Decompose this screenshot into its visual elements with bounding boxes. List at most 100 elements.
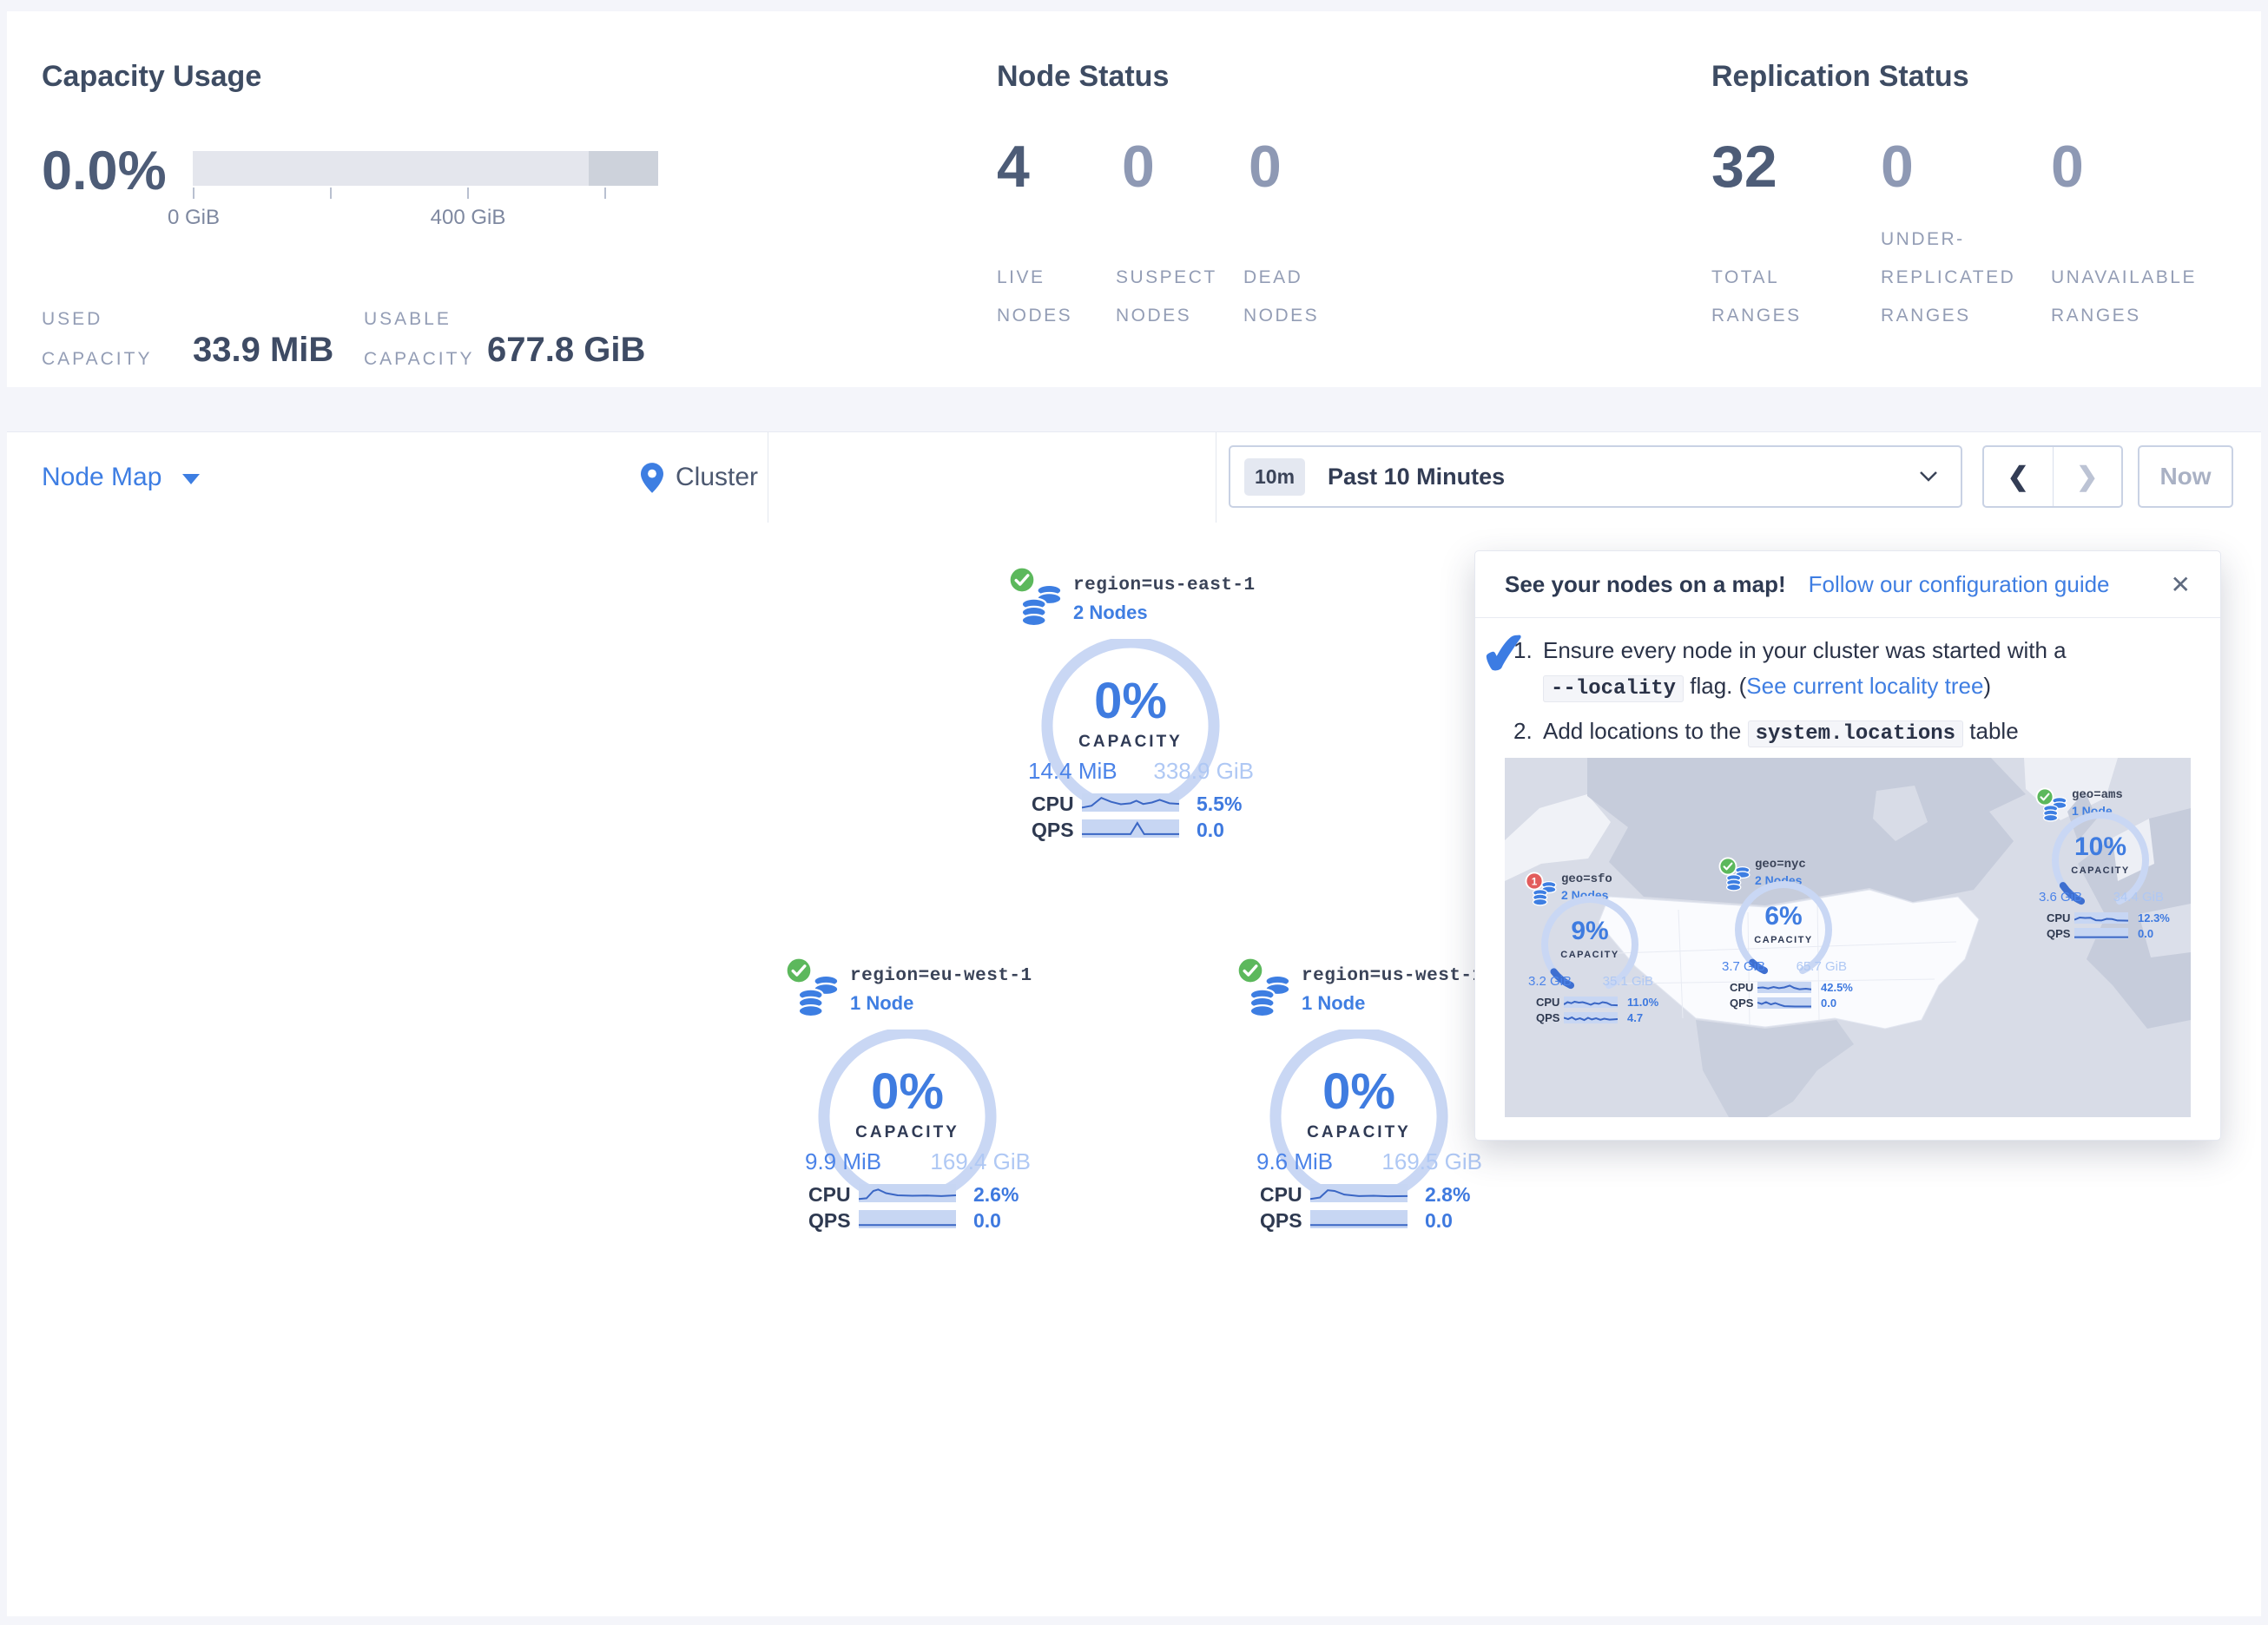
dead-nodes-value: 0 [1249,133,1282,201]
cpu-value: 42.5% [1821,981,1853,994]
qps-label: QPS [2047,927,2070,940]
locality-node-count: 2 Nodes [1073,602,1148,624]
capacity-total: 35.1 GiB [1603,974,1653,989]
gauge-capacity-label: CAPACITY [812,1123,1003,1142]
capacity-total: 169.4 GiB [930,1148,1031,1175]
locality-name: geo=sfo [1561,872,1612,886]
qps-value: 0.0 [1425,1209,1453,1233]
cpu-label: CPU [1260,1183,1302,1207]
time-range-label: Past 10 Minutes [1328,464,1505,490]
qps-value: 0.0 [2138,927,2153,940]
gauge-percent: 0% [812,1062,1003,1121]
capacity-total: 34.4 GiB [2113,890,2164,905]
cpu-sparkline [2074,912,2128,924]
gauge-capacity-label: CAPACITY [1263,1123,1454,1142]
node-locality-card[interactable]: region=us-east-1 2 Nodes 0% CAPACITY 14.… [1007,565,1268,852]
capacity-values: 9.6 MiB 169.5 GiB [1256,1148,1482,1175]
capacity-values: 3.6 GiB 34.4 GiB [2039,890,2164,905]
popup-divider [1475,617,2220,618]
view-mode-dropdown[interactable]: Node Map [42,432,200,523]
time-forward-button[interactable]: ❯ [2054,447,2122,506]
qps-value: 0.0 [973,1209,1001,1233]
unavailable-label: UNAVAILABLE RANGES [2051,259,2238,335]
used-capacity-value: 33.9 MiB [193,331,333,370]
capacity-gauge: 0% CAPACITY [1263,1030,1454,1203]
gauge-capacity-label: CAPACITY [1727,935,1840,945]
qps-sparkline [859,1210,956,1228]
node-locality-card[interactable]: region=eu-west-1 1 Node 0% CAPACITY 9.9 … [784,956,1045,1242]
chevron-down-icon [1919,470,1938,483]
qps-metric-row: QPS 0.0 [1032,819,1249,839]
qps-sparkline [1757,997,1811,1009]
time-range-select[interactable]: 10m Past 10 Minutes [1229,445,1962,508]
total-ranges-label: TOTAL RANGES [1711,259,1824,335]
cpu-value: 5.5% [1197,793,1242,816]
location-pin-icon [641,463,663,493]
qps-sparkline [1310,1210,1408,1228]
usable-capacity-label: USABLE CAPACITY [364,299,485,379]
suspect-nodes-value: 0 [1122,133,1155,201]
cpu-sparkline [1757,982,1811,993]
time-back-button[interactable]: ❮ [1984,447,2054,506]
capacity-used: 3.6 GiB [2039,890,2082,905]
database-icon [796,973,841,1018]
qps-value: 0.0 [1197,819,1224,842]
close-icon[interactable]: ✕ [2171,570,2191,599]
qps-value: 0.0 [1821,997,1836,1010]
cpu-metric-row: CPU 12.3% [2047,911,2168,924]
axis-tick [330,188,332,199]
capacity-gauge: 0% CAPACITY [1035,639,1226,812]
cpu-metric-row: CPU 2.6% [808,1183,1025,1204]
cpu-metric-row: CPU 2.8% [1260,1183,1477,1204]
qps-sparkline [1082,819,1179,838]
capacity-bar-used-segment [589,151,658,186]
qps-metric-row: QPS 0.0 [808,1209,1025,1230]
node-locality-card[interactable]: geo=ams 1 Node 10% CAPACITY 3.6 GiB 34.4… [2035,787,2174,947]
step-text-part: flag. ( [1684,673,1746,699]
locality-tree-link[interactable]: See current locality tree [1746,673,1983,699]
capacity-percent: 0.0% [42,140,167,202]
node-locality-card[interactable]: geo=nyc 2 Nodes 6% CAPACITY 3.7 GiB 65.7… [1718,857,1857,1016]
node-status-title: Node Status [997,60,1169,94]
capacity-used: 9.6 MiB [1256,1148,1333,1175]
capacity-gauge: 0% CAPACITY [812,1030,1003,1203]
cpu-label: CPU [1032,793,1074,816]
total-ranges-value: 32 [1711,133,1777,201]
capacity-total: 169.5 GiB [1381,1148,1482,1175]
cpu-value: 12.3% [2138,911,2170,924]
locality-node-count: 1 Node [850,992,913,1015]
capacity-used: 9.9 MiB [805,1148,881,1175]
cpu-label: CPU [808,1183,851,1207]
node-locality-card[interactable]: 1 geo=sfo 2 Nodes 9% CAPACITY 3.2 GiB 35… [1525,872,1664,1031]
breadcrumb[interactable]: Cluster [641,432,758,523]
locality-name: geo=nyc [1755,858,1806,872]
unavailable-value: 0 [2051,133,2084,201]
time-step-controls: ❮ ❯ [1982,445,2123,508]
under-replicated-label: UNDER-REPLICATED RANGES [1881,220,2054,335]
gauge-percent: 6% [1727,902,1840,931]
summary-panel: Capacity Usage 0.0% 0 GiB 400 GiB USED C… [7,11,2261,387]
configuration-guide-link[interactable]: Follow our configuration guide [1809,571,2110,598]
live-nodes-label: LIVE NODES [997,259,1092,335]
capacity-usage-title: Capacity Usage [42,60,261,94]
now-button[interactable]: Now [2138,445,2233,508]
cpu-sparkline [1310,1184,1408,1202]
cpu-sparkline [859,1184,956,1202]
locality-node-count: 1 Node [1302,992,1365,1015]
chevron-down-icon [182,474,200,484]
cpu-sparkline [1564,997,1618,1008]
view-mode-label: Node Map [42,463,162,492]
under-replicated-value: 0 [1881,133,1914,201]
axis-tick-label: 400 GiB [399,206,537,230]
capacity-values: 14.4 MiB 338.9 GiB [1028,758,1254,785]
gauge-capacity-label: CAPACITY [2044,865,2157,876]
breadcrumb-cluster: Cluster [676,463,758,492]
cpu-value: 11.0% [1627,996,1658,1009]
cpu-metric-row: CPU 5.5% [1032,793,1249,813]
database-icon [1019,582,1065,628]
locality-name: region=eu-west-1 [850,966,1032,986]
time-range-badge: 10m [1244,458,1305,496]
step-text-part: ) [1983,673,1991,699]
node-locality-card[interactable]: region=us-west-1 1 Node 0% CAPACITY 9.6 … [1236,956,1496,1242]
capacity-values: 3.2 GiB 35.1 GiB [1528,974,1653,989]
